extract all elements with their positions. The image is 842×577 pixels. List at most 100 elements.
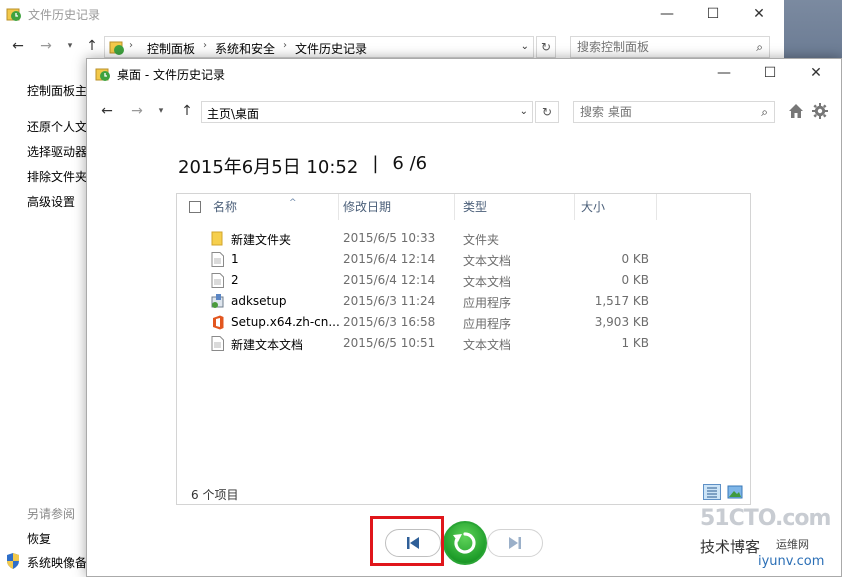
back-button[interactable]: ←: [8, 32, 28, 60]
next-version-button[interactable]: [487, 529, 543, 557]
file-date: 2015/6/5 10:51: [343, 336, 436, 350]
arrow-up-icon: ↑: [181, 103, 193, 119]
minimize-icon: —: [717, 65, 731, 81]
column-header-date[interactable]: 修改日期: [337, 194, 455, 220]
breadcrumb-item[interactable]: 文件历史记录: [295, 40, 367, 57]
window-title: 桌面 - 文件历史记录: [117, 68, 225, 82]
file-date: 2015/6/4 12:14: [343, 252, 436, 266]
address-text: 主页\桌面: [207, 107, 260, 121]
arrow-up-icon: ↑: [86, 38, 98, 54]
close-button[interactable]: ✕: [793, 59, 839, 87]
search-icon: ⌕: [756, 40, 763, 54]
file-date: 2015/6/4 12:14: [343, 273, 436, 287]
details-view-icon: [707, 487, 717, 498]
home-button[interactable]: [787, 103, 805, 121]
breadcrumb-item[interactable]: 控制面板: [147, 40, 195, 57]
control-panel-titlebar: 文件历史记录 — ☐ ✕: [0, 0, 784, 28]
maximize-button[interactable]: ☐: [747, 59, 793, 87]
see-also-recovery[interactable]: 恢复: [27, 530, 51, 547]
address-bar[interactable]: 主页\桌面 ⌄: [201, 101, 533, 123]
minimize-button[interactable]: —: [701, 59, 747, 87]
back-button[interactable]: ←: [97, 97, 117, 125]
recent-locations-button[interactable]: ▾: [151, 97, 171, 125]
file-date: 2015/6/3 11:24: [343, 294, 436, 308]
breadcrumb-arrow-icon: ›: [203, 40, 208, 51]
arrow-right-icon: →: [131, 103, 143, 119]
watermark-line3: iyunv.com: [758, 554, 825, 569]
chevron-down-icon: ▾: [158, 106, 164, 116]
column-header-size[interactable]: 大小: [575, 194, 657, 220]
arrow-left-icon: ←: [12, 38, 24, 54]
breadcrumb-item[interactable]: 系统和安全: [215, 40, 275, 57]
sidebar-item-exclude[interactable]: 排除文件夹: [27, 168, 87, 185]
status-item-count: 6 个项目: [191, 488, 239, 502]
forward-button[interactable]: →: [36, 32, 56, 60]
file-name: adksetup: [231, 294, 287, 308]
file-type: 文本文档: [463, 275, 512, 289]
breadcrumb-arrow-icon: ›: [129, 40, 133, 51]
file-history-app-icon: [95, 68, 110, 81]
restore-button[interactable]: [443, 521, 487, 565]
recent-locations-button[interactable]: ▾: [60, 32, 80, 60]
maximize-button[interactable]: ☐: [690, 0, 736, 28]
installer-icon: [211, 294, 224, 308]
file-type: 文件夹: [463, 233, 500, 247]
file-size: 1,517 KB: [594, 294, 649, 308]
address-bar[interactable]: › 控制面板 › 系统和安全 › 文件历史记录 ⌄: [104, 36, 534, 58]
maximize-icon: ☐: [706, 6, 720, 22]
up-button[interactable]: ↑: [177, 97, 197, 125]
chevron-down-icon: ▾: [67, 41, 73, 51]
sort-ascending-icon: ^: [289, 198, 297, 208]
refresh-button[interactable]: ↻: [536, 36, 556, 58]
close-icon: ✕: [810, 65, 822, 81]
refresh-button[interactable]: ↻: [535, 101, 559, 123]
watermark: 51CTO.com 技术博客 运维网 iyunv.com: [694, 506, 834, 572]
up-button[interactable]: ↑: [82, 32, 102, 60]
file-row[interactable]: 新建文本文档 2015/6/5 10:51 文本文档 1 KB: [177, 333, 750, 354]
chevron-down-icon[interactable]: ⌄: [520, 106, 528, 117]
search-box[interactable]: ⌕: [573, 101, 775, 123]
details-view-button[interactable]: [703, 484, 721, 500]
settings-button[interactable]: [811, 103, 829, 121]
large-icons-view-icon: [727, 485, 743, 499]
forward-button[interactable]: →: [127, 97, 147, 125]
see-also-heading: 另请参阅: [27, 507, 76, 521]
search-icon: ⌕: [761, 105, 768, 119]
file-type: 文本文档: [463, 338, 512, 352]
close-button[interactable]: ✕: [736, 0, 782, 28]
text-file-icon: [211, 273, 224, 288]
control-panel-icon: [109, 41, 124, 55]
minimize-button[interactable]: —: [644, 0, 690, 28]
minimize-icon: —: [660, 6, 674, 22]
snapshot-position: 6 /6: [392, 153, 428, 174]
file-row[interactable]: Setup.x64.zh-cn... 2015/6/3 16:58 应用程序 3…: [177, 312, 750, 333]
search-input[interactable]: [574, 102, 752, 122]
file-name: 新建文本文档: [231, 338, 304, 352]
sidebar-item-advanced[interactable]: 高级设置: [27, 193, 75, 210]
snapshot-separator: |: [372, 153, 379, 174]
gear-icon: [812, 103, 828, 119]
file-row[interactable]: 2 2015/6/4 12:14 文本文档 0 KB: [177, 270, 750, 291]
file-name: 新建文件夹: [231, 233, 292, 247]
sidebar-item-select-drive[interactable]: 选择驱动器: [27, 143, 87, 160]
shield-icon: [7, 553, 19, 569]
snapshot-datetime: 2015年6月5日 10:52: [178, 157, 359, 178]
file-row[interactable]: adksetup 2015/6/3 11:24 应用程序 1,517 KB: [177, 291, 750, 312]
breadcrumb: 控制面板 › 系统和安全 › 文件历史记录: [147, 40, 367, 57]
skip-next-icon: [509, 537, 521, 549]
arrow-right-icon: →: [40, 38, 52, 54]
file-history-app-icon: [6, 8, 21, 21]
search-box[interactable]: ⌕: [570, 36, 770, 58]
column-header-name[interactable]: 名称 ^: [207, 194, 339, 220]
search-input[interactable]: [571, 37, 747, 57]
column-header-type[interactable]: 类型: [457, 194, 575, 220]
large-icons-view-button[interactable]: [727, 484, 743, 500]
file-name: 1: [231, 252, 239, 266]
file-name: Setup.x64.zh-cn...: [231, 315, 340, 329]
file-row[interactable]: 新建文件夹 2015/6/5 10:33 文件夹: [177, 228, 750, 249]
address-dropdown-icon[interactable]: ⌄: [521, 41, 529, 52]
select-all-checkbox[interactable]: [189, 201, 201, 213]
file-row[interactable]: 1 2015/6/4 12:14 文本文档 0 KB: [177, 249, 750, 270]
watermark-line2: 技术博客: [700, 538, 761, 556]
file-type: 应用程序: [463, 317, 512, 331]
